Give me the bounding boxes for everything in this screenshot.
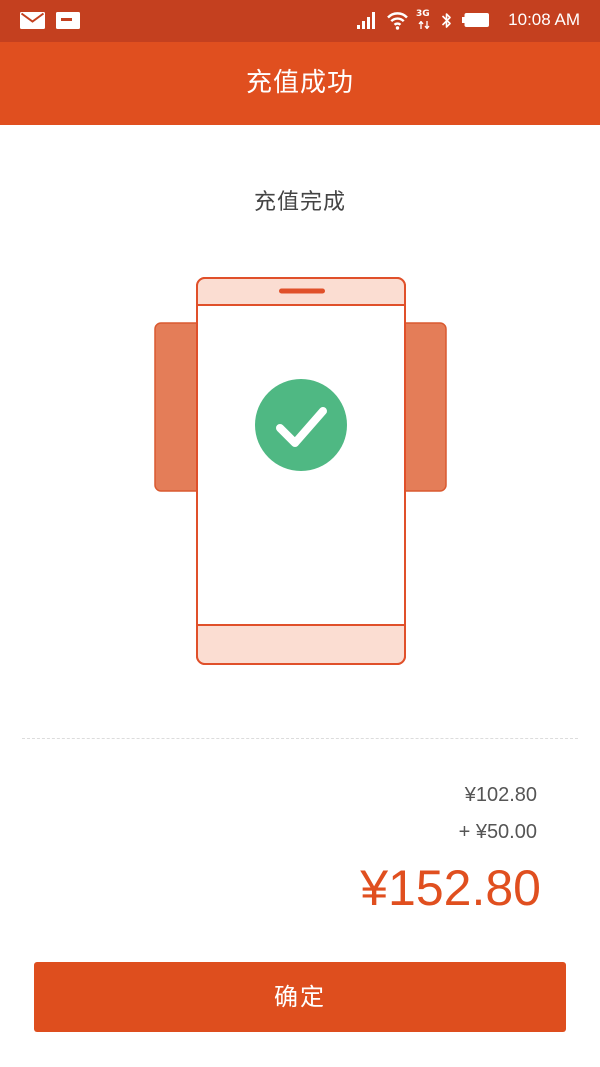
mail-icon: [20, 12, 45, 29]
battery-icon: [462, 13, 489, 27]
mobile-data-icon: 3G: [416, 9, 432, 31]
signal-icon: [357, 12, 375, 29]
app-header: 充值成功: [0, 42, 600, 125]
phone-bottom-bezel: [196, 624, 406, 665]
total-balance: ¥152.80: [360, 860, 541, 916]
previous-balance: ¥102.80: [464, 784, 537, 806]
check-circle-icon: [255, 379, 347, 471]
phone-illustration: [154, 277, 447, 665]
recharge-status-text: 充值完成: [253, 190, 346, 215]
bluetooth-icon: [441, 13, 451, 28]
status-time: 10:08 AM: [508, 10, 580, 29]
network-type-label: 3G: [416, 9, 430, 19]
dashed-divider: [22, 738, 578, 739]
notification-card-icon: [56, 12, 80, 29]
added-amount: + ¥50.00: [458, 821, 537, 843]
page-title: 充值成功: [245, 68, 354, 98]
data-arrows-icon: [418, 21, 430, 29]
phone-speaker: [279, 288, 325, 294]
recharge-success-screen: 3G 10:08 AM 充值成功 充值完成 ¥102.80 + ¥50.00 ¥…: [0, 0, 600, 1067]
confirm-button-label: 确定: [274, 983, 326, 1011]
confirm-button[interactable]: 确定: [34, 962, 566, 1032]
status-bar: 3G 10:08 AM: [0, 0, 600, 42]
wifi-icon: [387, 12, 408, 30]
